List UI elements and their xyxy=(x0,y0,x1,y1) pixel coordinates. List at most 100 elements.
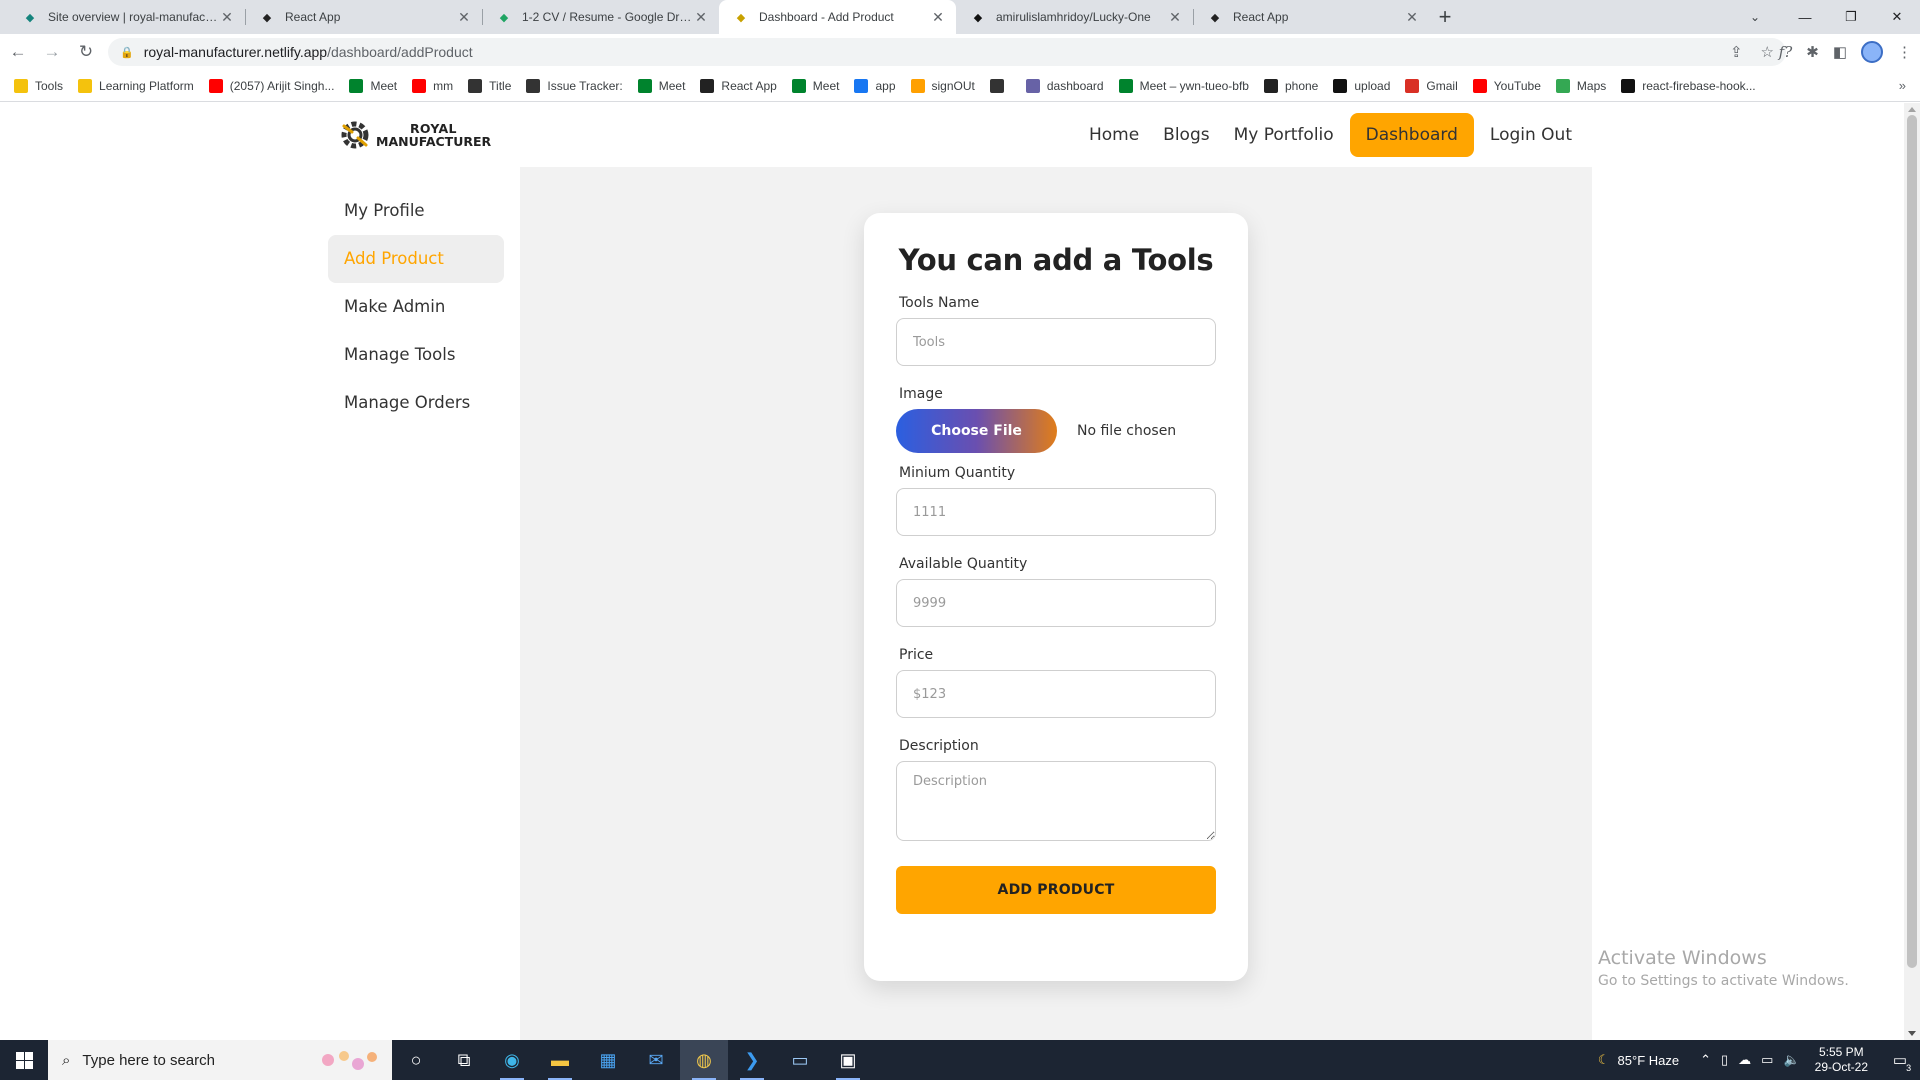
edge-icon[interactable]: ◉ xyxy=(488,1040,536,1080)
close-tab-icon[interactable]: ✕ xyxy=(219,9,235,26)
share-icon[interactable]: ⇪ xyxy=(1730,43,1743,61)
nav-link-home[interactable]: Home xyxy=(1081,113,1147,157)
taskbar-search-box[interactable]: ⌕ Type here to search xyxy=(48,1040,392,1080)
price-input[interactable] xyxy=(896,670,1216,718)
nav-link-my-portfolio[interactable]: My Portfolio xyxy=(1226,113,1342,157)
tools-name-input[interactable] xyxy=(896,318,1216,366)
browser-tab[interactable]: ◆ Site overview | royal-manufactur ✕ xyxy=(8,0,245,34)
bookmark-label: Learning Platform xyxy=(99,78,194,93)
description-textarea[interactable] xyxy=(896,761,1216,841)
extensions-puzzle-icon[interactable]: ✱ xyxy=(1806,43,1819,61)
bookmark-item[interactable]: Meet – ywn-tueo-bfb xyxy=(1118,78,1249,93)
bookmarks-overflow-icon[interactable]: » xyxy=(1899,78,1906,93)
terminal-icon[interactable]: ▣ xyxy=(824,1040,872,1080)
browser-tab[interactable]: ◆ React App ✕ xyxy=(245,0,482,34)
bookmark-item[interactable]: react-firebase-hook... xyxy=(1621,78,1756,93)
gear-logo-icon: ◆ xyxy=(736,11,746,24)
forward-icon[interactable]: → xyxy=(36,36,68,68)
minimize-button[interactable]: — xyxy=(1782,0,1828,34)
sidebar-item-make-admin[interactable]: Make Admin xyxy=(328,283,504,331)
file-explorer-icon[interactable]: ▬ xyxy=(536,1040,584,1080)
page-scrollbar[interactable] xyxy=(1904,103,1920,1040)
formula-extension-icon[interactable]: f? xyxy=(1779,43,1793,61)
bookmark-item[interactable]: Title xyxy=(468,78,511,93)
close-tab-icon[interactable]: ✕ xyxy=(1167,9,1183,26)
task-view-icon[interactable]: ⧉ xyxy=(440,1040,488,1080)
sidebar-item-manage-tools[interactable]: Manage Tools xyxy=(328,331,504,379)
tools-name-label: Tools Name xyxy=(899,295,980,311)
browser-tab[interactable]: ◆ amirulislamhridoy/Lucky-One ✕ xyxy=(956,0,1193,34)
bookmark-item[interactable]: phone xyxy=(1263,78,1318,93)
close-tab-icon[interactable]: ✕ xyxy=(456,9,472,26)
back-icon[interactable]: ← xyxy=(2,36,34,68)
tab-search-icon[interactable]: ⌄ xyxy=(1740,0,1770,34)
bookmark-item[interactable]: (2057) Arijit Singh... xyxy=(208,78,334,93)
scroll-down-icon[interactable] xyxy=(1908,1031,1916,1036)
new-tab-button[interactable]: + xyxy=(1430,0,1460,34)
available-quantity-input[interactable] xyxy=(896,579,1216,627)
network-icon[interactable]: ▭ xyxy=(1761,1052,1773,1068)
chrome-icon[interactable]: ◍ xyxy=(680,1040,728,1080)
bookmark-item[interactable]: app xyxy=(854,78,896,93)
volume-icon[interactable]: 🔈 xyxy=(1783,1052,1799,1068)
nav-link-login-out[interactable]: Login Out xyxy=(1482,113,1580,157)
browser-tab[interactable]: ◆ Dashboard - Add Product ✕ xyxy=(719,0,956,34)
close-tab-icon[interactable]: ✕ xyxy=(930,9,946,26)
bookmark-item[interactable]: dashboard xyxy=(1025,78,1104,93)
bookmark-item[interactable]: Maps xyxy=(1555,78,1606,93)
close-tab-icon[interactable]: ✕ xyxy=(693,9,709,26)
remote-desktop-icon[interactable]: ▭ xyxy=(776,1040,824,1080)
close-window-button[interactable]: ✕ xyxy=(1874,0,1920,34)
nav-link-blogs[interactable]: Blogs xyxy=(1155,113,1217,157)
mail-icon[interactable]: ✉ xyxy=(632,1040,680,1080)
bookmark-item[interactable]: React App xyxy=(700,78,777,93)
cortana-icon[interactable]: ○ xyxy=(392,1040,440,1080)
close-tab-icon[interactable]: ✕ xyxy=(1404,9,1420,26)
bookmark-item[interactable]: Issue Tracker: xyxy=(526,78,623,93)
nav-link-dashboard[interactable]: Dashboard xyxy=(1349,113,1474,157)
bookmark-item[interactable]: Learning Platform xyxy=(78,78,194,93)
scroll-up-icon[interactable] xyxy=(1908,107,1916,112)
tray-device-icon[interactable]: ▯ xyxy=(1721,1052,1728,1068)
tray-chevron-icon[interactable]: ⌃ xyxy=(1700,1052,1711,1068)
bookmark-item[interactable]: YouTube xyxy=(1472,78,1541,93)
bookmark-item[interactable]: Gmail xyxy=(1405,78,1458,93)
bookmark-item[interactable]: signOUt xyxy=(910,78,975,93)
restore-button[interactable]: ❐ xyxy=(1828,0,1874,34)
bookmark-item[interactable] xyxy=(989,78,1011,93)
bookmark-item[interactable]: Tools xyxy=(14,78,63,93)
windows-start-icon[interactable] xyxy=(0,1040,48,1080)
microsoft-store-icon[interactable]: ▦ xyxy=(584,1040,632,1080)
url-text[interactable]: royal-manufacturer.netlify.app/dashboard… xyxy=(144,44,473,60)
minimum-quantity-input[interactable] xyxy=(896,488,1216,536)
address-bar[interactable]: 🔒 royal-manufacturer.netlify.app/dashboa… xyxy=(108,38,1786,66)
onedrive-icon[interactable]: ☁ xyxy=(1738,1052,1751,1068)
bookmark-item[interactable]: Meet xyxy=(637,78,685,93)
github-icon: ◆ xyxy=(973,11,983,24)
bookmark-label: mm xyxy=(433,78,454,93)
bookmark-item[interactable]: mm xyxy=(412,78,454,93)
site-logo[interactable]: ROYAL MANUFACTURER xyxy=(338,118,491,152)
browser-tab[interactable]: ◆ React App ✕ xyxy=(1193,0,1430,34)
sidebar-item-my-profile[interactable]: My Profile xyxy=(328,187,504,235)
bookmark-item[interactable]: Meet xyxy=(349,78,397,93)
weather-widget[interactable]: ☾ 85°F Haze xyxy=(1598,1052,1679,1068)
choose-file-button[interactable]: Choose File xyxy=(896,409,1057,453)
side-panel-icon[interactable]: ◧ xyxy=(1833,43,1847,61)
bookmark-item[interactable]: Meet xyxy=(791,78,839,93)
vscode-icon[interactable]: ❯ xyxy=(728,1040,776,1080)
bookmark-item[interactable]: upload xyxy=(1333,78,1390,93)
reload-icon[interactable]: ↻ xyxy=(70,36,102,68)
profile-avatar[interactable] xyxy=(1861,41,1883,63)
bookmark-star-icon[interactable]: ☆ xyxy=(1761,43,1774,61)
sidebar-item-add-product[interactable]: Add Product xyxy=(328,235,504,283)
chrome-menu-icon[interactable]: ⋮ xyxy=(1897,43,1912,61)
system-clock[interactable]: 5:55 PM 29-Oct-22 xyxy=(1815,1045,1868,1075)
scroll-thumb[interactable] xyxy=(1907,115,1917,968)
lock-icon[interactable]: 🔒 xyxy=(120,46,134,59)
add-product-button[interactable]: ADD PRODUCT xyxy=(896,866,1216,914)
sidebar-item-manage-orders[interactable]: Manage Orders xyxy=(328,379,504,427)
browser-tab[interactable]: ◆ 1-2 CV / Resume - Google Drive ✕ xyxy=(482,0,719,34)
notification-center-icon[interactable]: ▭ 3 xyxy=(1880,1040,1920,1080)
brand-name: ROYAL MANUFACTURER xyxy=(376,121,492,149)
